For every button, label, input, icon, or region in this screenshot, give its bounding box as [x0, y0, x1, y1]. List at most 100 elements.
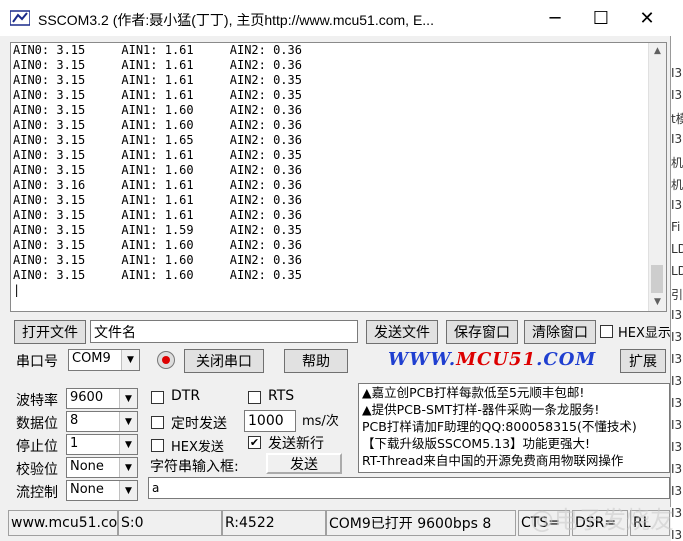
clear-window-button[interactable]: 清除窗口 — [524, 320, 596, 344]
logo-com: .COM — [536, 349, 597, 370]
ad-line[interactable]: 【下载升级版SSCOM5.13】功能更强大! — [359, 435, 669, 452]
terminal-line: AIN0: 3.15 AIN1: 1.61 AIN2: 0.35 — [13, 148, 302, 162]
chevron-down-icon[interactable]: ▼ — [121, 350, 139, 370]
expand-button[interactable]: 扩展 — [620, 349, 666, 373]
ad-line[interactable]: PCB打样请加F助理的QQ:800058315(不懂技术) — [359, 418, 669, 435]
interval-input[interactable]: 1000 — [244, 410, 296, 432]
window-title: SSCOM3.2 (作者:聂小猛(丁丁), 主页http://www.mcu51… — [38, 12, 434, 28]
mcu51-logo[interactable]: WWW.MCU51.COM — [388, 349, 596, 370]
stop-bits-select[interactable]: 1 ▼ — [66, 434, 138, 455]
send-newline-checkbox[interactable]: ✔ — [248, 436, 261, 449]
background-text-fragment: I3 — [671, 66, 683, 80]
terminal-line: AIN0: 3.15 AIN1: 1.60 AIN2: 0.36 — [13, 118, 302, 132]
close-port-button[interactable]: 关闭串口 — [184, 349, 264, 373]
port-select[interactable]: COM9 ▼ — [68, 349, 140, 371]
terminal-line: AIN0: 3.15 AIN1: 1.60 AIN2: 0.35 — [13, 268, 302, 282]
ad-line[interactable]: RT-Thread来自中国的开源免费商用物联网操作 — [359, 452, 669, 469]
data-bits-value: 8 — [70, 413, 79, 428]
flow-control-label: 流控制 — [16, 485, 58, 501]
background-text-fragment: 引纸 — [671, 288, 683, 302]
hex-send-checkbox[interactable] — [151, 439, 164, 452]
background-right-strip: I3I3t模I3机机I3FiLDLD引纸I3I3I3I3I3I3I3I3I3I3… — [671, 0, 683, 541]
save-window-button[interactable]: 保存窗口 — [446, 320, 518, 344]
ad-line[interactable]: ▲嘉立创PCB打样每款低至5元顺丰包邮! — [359, 384, 669, 401]
dtr-label: DTR — [171, 388, 201, 404]
scroll-up-icon[interactable]: ▲ — [649, 43, 666, 60]
flow-control-select[interactable]: None ▼ — [66, 480, 138, 501]
flow-control-value: None — [70, 482, 104, 497]
minimize-button[interactable]: ─ — [532, 0, 578, 36]
data-bits-select[interactable]: 8 ▼ — [66, 411, 138, 432]
stop-bits-value: 1 — [70, 436, 79, 451]
filename-input[interactable]: 文件名 — [90, 320, 358, 343]
background-text-fragment: I3 — [671, 132, 683, 146]
terminal-line: AIN0: 3.15 AIN1: 1.60 AIN2: 0.36 — [13, 103, 302, 117]
terminal-line: AIN0: 3.15 AIN1: 1.60 AIN2: 0.36 — [13, 238, 302, 252]
chevron-down-icon[interactable]: ▼ — [119, 389, 137, 408]
string-input-label: 字符串输入框: — [150, 459, 239, 475]
background-text-fragment: t模 — [671, 112, 683, 126]
baud-select[interactable]: 9600 ▼ — [66, 388, 138, 409]
status-received-count: R:4522 — [222, 510, 326, 536]
background-text-fragment: 机 — [671, 156, 683, 170]
app-icon — [10, 10, 30, 26]
background-text-fragment: I3 — [671, 462, 683, 476]
parity-select[interactable]: None ▼ — [66, 457, 138, 478]
terminal-line: AIN0: 3.15 AIN1: 1.65 AIN2: 0.36 — [13, 133, 302, 147]
send-string-input[interactable]: a — [148, 477, 670, 499]
send-file-button[interactable]: 发送文件 — [366, 320, 438, 344]
chevron-down-icon[interactable]: ▼ — [119, 412, 137, 431]
scroll-thumb[interactable] — [651, 265, 663, 293]
open-file-button[interactable]: 打开文件 — [14, 320, 86, 344]
advertisement-box[interactable]: ▲嘉立创PCB打样每款低至5元顺丰包邮! ▲提供PCB-SMT打样-器件采购一条龙… — [358, 383, 670, 473]
terminal-line: AIN0: 3.15 AIN1: 1.61 AIN2: 0.36 — [13, 43, 302, 57]
baud-value: 9600 — [70, 390, 104, 405]
port-status-indicator-icon — [157, 351, 175, 369]
close-button[interactable]: ✕ — [624, 0, 670, 36]
terminal-line: AIN0: 3.16 AIN1: 1.61 AIN2: 0.36 — [13, 178, 302, 192]
terminal-line: AIN0: 3.15 AIN1: 1.60 AIN2: 0.36 — [13, 253, 302, 267]
send-newline-label: 发送新行 — [268, 436, 324, 452]
terminal-line: AIN0: 3.15 AIN1: 1.61 AIN2: 0.36 — [13, 208, 302, 222]
background-text-fragment: I3 — [671, 352, 683, 366]
terminal-line: AIN0: 3.15 AIN1: 1.61 AIN2: 0.35 — [13, 88, 302, 102]
background-text-fragment: I3 — [671, 88, 683, 102]
status-site-link[interactable]: www.mcu51.cor — [8, 510, 118, 536]
rts-label: RTS — [268, 388, 295, 404]
dtr-checkbox[interactable] — [151, 391, 164, 404]
logo-mcu: MCU51 — [456, 349, 537, 370]
ad-line[interactable]: ▲提供PCB-SMT打样-器件采购一条龙服务! — [359, 401, 669, 418]
chevron-down-icon[interactable]: ▼ — [119, 458, 137, 477]
data-bits-label: 数据位 — [16, 416, 58, 432]
terminal-line: AIN0: 3.15 AIN1: 1.60 AIN2: 0.36 — [13, 163, 302, 177]
stop-bits-label: 停止位 — [16, 439, 58, 455]
send-button[interactable]: 发送 — [266, 453, 342, 474]
terminal-line: AIN0: 3.15 AIN1: 1.61 AIN2: 0.36 — [13, 193, 302, 207]
background-text-fragment: I3 — [671, 440, 683, 454]
background-text-fragment: I3 — [671, 418, 683, 432]
rts-checkbox[interactable] — [248, 391, 261, 404]
status-sent-count: S:0 — [118, 510, 222, 536]
terminal-line: AIN0: 3.15 AIN1: 1.61 AIN2: 0.35 — [13, 73, 302, 87]
hex-send-label: HEX发送 — [171, 440, 224, 455]
help-button[interactable]: 帮助 — [284, 349, 348, 373]
parity-label: 校验位 — [16, 462, 58, 478]
terminal-lines: AIN0: 3.15 AIN1: 1.61 AIN2: 0.36 AIN0: 3.… — [13, 43, 302, 298]
watermark: @电子发烧友 — [530, 506, 674, 534]
receive-text-area[interactable]: AIN0: 3.15 AIN1: 1.61 AIN2: 0.36 AIN0: 3.… — [10, 42, 667, 312]
hex-display-label: HEX显示 — [618, 326, 671, 341]
hex-display-checkbox[interactable] — [600, 325, 613, 338]
background-text-fragment: LD — [671, 242, 683, 256]
vertical-scrollbar[interactable]: ▲ ▼ — [648, 43, 666, 311]
text-cursor: | — [13, 283, 21, 297]
chevron-down-icon[interactable]: ▼ — [119, 435, 137, 454]
background-text-fragment: Fi — [671, 220, 681, 234]
chevron-down-icon[interactable]: ▼ — [119, 481, 137, 500]
background-text-fragment: 机 — [671, 178, 683, 192]
scroll-down-icon[interactable]: ▼ — [649, 294, 666, 311]
title-bar[interactable]: SSCOM3.2 (作者:聂小猛(丁丁), 主页http://www.mcu51… — [0, 0, 671, 36]
timed-send-checkbox[interactable] — [151, 416, 164, 429]
maximize-button[interactable]: ☐ — [578, 0, 624, 36]
interval-unit-label: ms/次 — [302, 414, 339, 429]
baud-label: 波特率 — [16, 393, 58, 409]
